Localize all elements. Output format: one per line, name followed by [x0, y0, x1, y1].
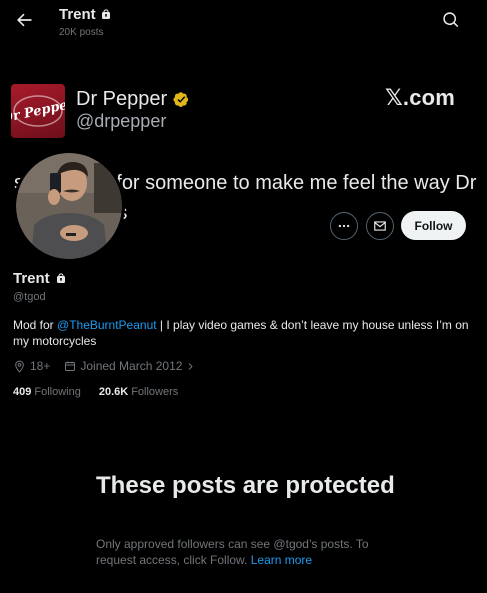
envelope-icon [374, 221, 386, 231]
location-pin-icon [15, 360, 24, 373]
followers-link[interactable]: 20.6K Followers [99, 386, 178, 398]
profile-name-text: Trent [13, 270, 50, 287]
message-button[interactable] [366, 212, 394, 240]
profile-handle: @tgod [13, 291, 46, 303]
dr-pepper-logo-mark: Dr Pepper [11, 95, 65, 127]
more-dots-icon [338, 224, 350, 228]
bio-mention-link[interactable]: @TheBurntPeanut [57, 318, 157, 332]
protected-body-text: Only approved followers can see @tgod’s … [96, 537, 369, 567]
bio-prefix: Mod for [13, 318, 58, 332]
brand-name-text: Dr Pepper [76, 88, 168, 110]
avatar-photo [16, 153, 122, 259]
protected-title: These posts are protected [96, 472, 395, 499]
profile-name: Trent [13, 270, 67, 287]
followers-label: Followers [131, 386, 179, 398]
followers-count: 20.6K [98, 386, 129, 398]
dr-pepper-logo: Dr Pepper [11, 84, 65, 138]
lock-icon [101, 9, 110, 19]
following-count: 409 [13, 386, 32, 398]
following-link[interactable]: 409 Following [13, 386, 81, 398]
calendar-icon [65, 361, 76, 371]
verified-gold-badge-icon [173, 92, 189, 107]
top-bar: Trent 20K posts [0, 0, 487, 40]
search-icon[interactable] [442, 11, 460, 29]
chevron-right-icon [189, 362, 194, 370]
location-text: 18+ [30, 359, 51, 373]
protected-lock-icon [56, 273, 65, 283]
following-label: Following [34, 386, 81, 398]
protected-body: Only approved followers can see @tgod’s … [96, 536, 396, 568]
profile-meta: 18+ Joined March 2012 [13, 359, 209, 373]
joined-item[interactable]: Joined March 2012 [64, 359, 195, 373]
learn-more-link[interactable]: Learn more [251, 553, 312, 567]
location-item: 18+ [13, 359, 50, 373]
follow-stats: 409 Following 20.6K Followers [13, 386, 178, 398]
follow-button[interactable]: Follow [401, 211, 466, 240]
header-name: Trent [59, 6, 96, 23]
back-arrow-icon[interactable] [14, 10, 34, 30]
more-options-button[interactable] [330, 212, 358, 240]
joined-text: Joined March 2012 [80, 359, 183, 373]
avatar[interactable] [13, 150, 125, 262]
profile-bio: Mod for @TheBurntPeanut | I play video g… [13, 317, 473, 349]
header-post-count: 20K posts [59, 27, 104, 38]
brand-handle: @drpepper [76, 111, 167, 131]
brand-name: Dr Pepper [76, 88, 191, 111]
x-com-watermark: 𝕏.com [385, 85, 456, 110]
header-title: Trent [59, 6, 112, 23]
